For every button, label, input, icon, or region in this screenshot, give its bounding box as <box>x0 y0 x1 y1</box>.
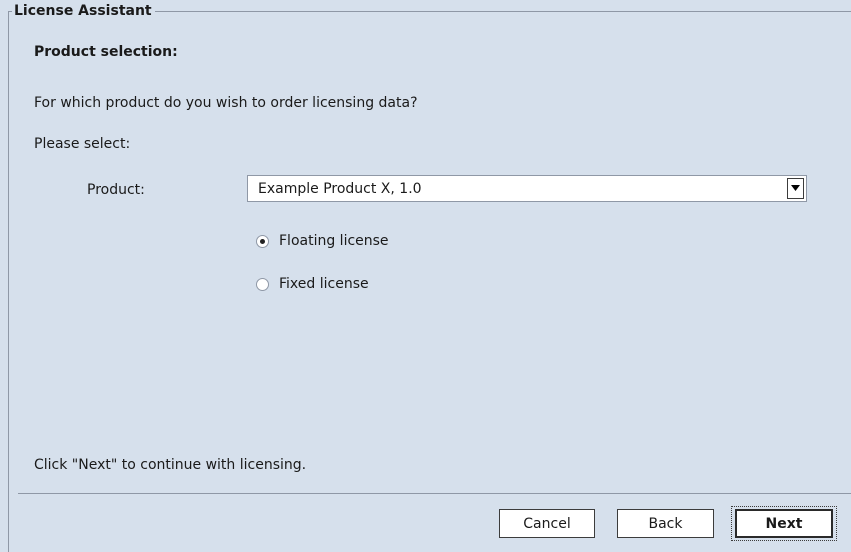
please-select-label: Please select: <box>34 136 131 152</box>
radio-fixed-license[interactable]: Fixed license <box>256 276 369 292</box>
radio-button-unchecked[interactable] <box>256 277 269 291</box>
radio-label-floating: Floating license <box>279 233 389 249</box>
radio-label-fixed: Fixed license <box>279 276 369 292</box>
radio-dot <box>260 238 265 244</box>
question-text: For which product do you wish to order l… <box>34 95 418 111</box>
cancel-button[interactable]: Cancel <box>499 509 595 538</box>
product-label: Product: <box>87 182 145 198</box>
group-title: License Assistant <box>12 3 155 19</box>
section-title: Product selection: <box>34 44 178 60</box>
footer-separator <box>18 493 851 494</box>
product-select[interactable]: Example Product X, 1.0 <box>247 175 807 202</box>
radio-button-checked[interactable] <box>256 234 269 248</box>
next-button[interactable]: Next <box>735 509 833 538</box>
dropdown-arrow-button[interactable] <box>787 178 804 199</box>
product-select-value: Example Product X, 1.0 <box>258 181 422 197</box>
license-assistant-window: License Assistant Product selection: For… <box>0 0 851 552</box>
footer-instruction: Click "Next" to continue with licensing. <box>34 457 307 473</box>
radio-floating-license[interactable]: Floating license <box>256 233 389 249</box>
chevron-down-icon <box>791 185 800 191</box>
back-button[interactable]: Back <box>617 509 714 538</box>
